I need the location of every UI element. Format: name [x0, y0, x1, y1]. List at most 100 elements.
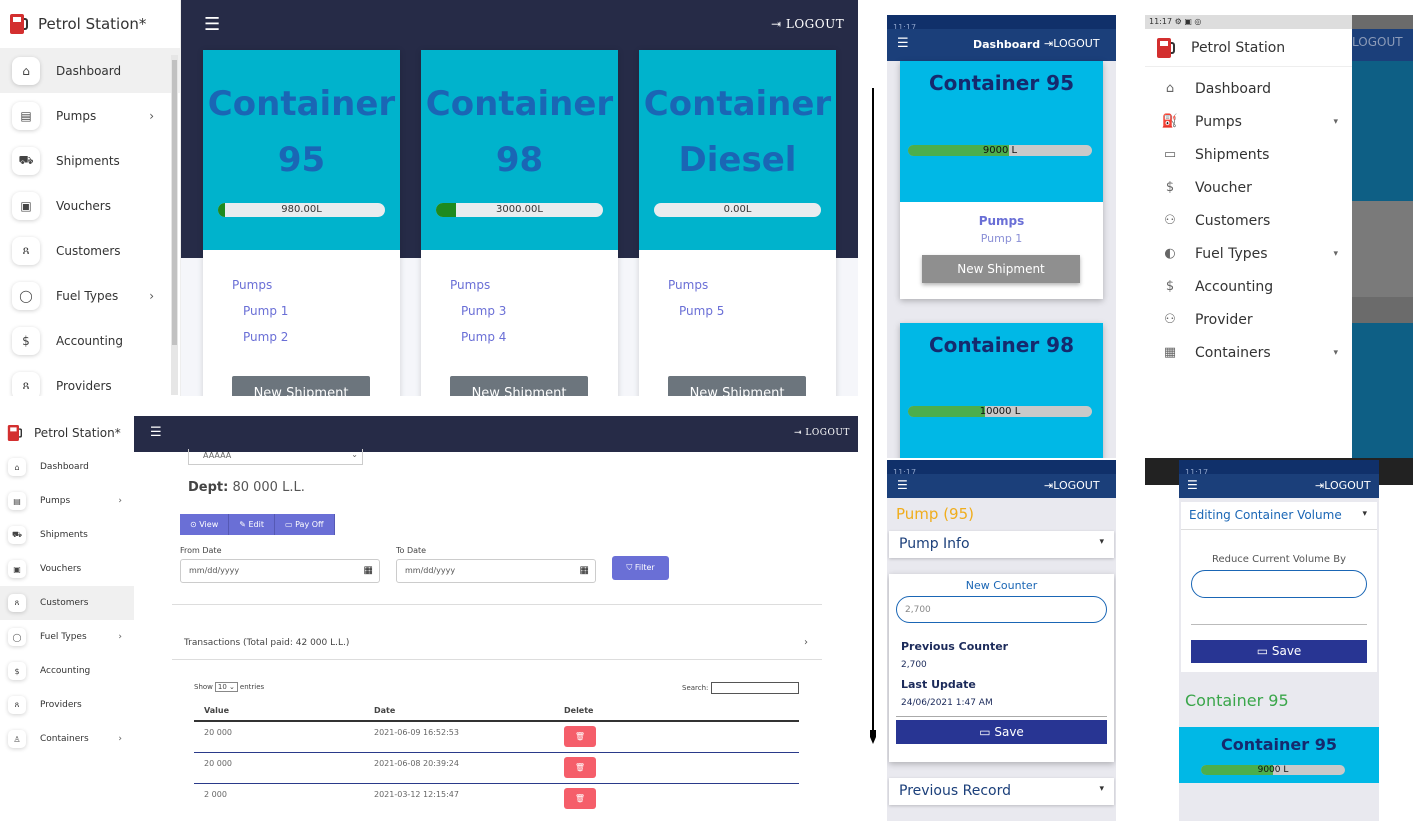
col-value[interactable]: Value — [194, 706, 374, 720]
filter-button[interactable]: ⛉ Filter — [612, 556, 669, 580]
delete-button[interactable]: 🗑 — [564, 726, 596, 747]
sidebar-item-label: Fuel Types — [56, 288, 119, 303]
new-shipment-button[interactable]: New Shipment — [450, 376, 588, 396]
sidebar-scrollbar[interactable] — [171, 55, 178, 395]
sidebar-item-pumps[interactable]: ▤ Pumps › — [0, 93, 180, 138]
sidebar-item-providers[interactable]: ጸ Providers — [0, 688, 134, 722]
sidebar-item-vouchers[interactable]: ▣ Vouchers — [0, 552, 134, 586]
delete-button[interactable]: 🗑 — [564, 788, 596, 809]
sidebar-item-customers[interactable]: ጸ Customers — [0, 228, 180, 273]
pump-link[interactable]: Pump 4 — [461, 330, 618, 344]
menu-icon[interactable]: ☰ — [897, 36, 909, 51]
calendar-icon[interactable]: ▦ — [364, 560, 373, 582]
sidebar-item-containers[interactable]: ♙ Containers › — [0, 722, 134, 756]
sidebar-item-accounting[interactable]: $ Accounting — [0, 318, 180, 363]
pump-link[interactable]: Pump 5 — [679, 304, 836, 318]
edit-button[interactable]: ✎ Edit — [229, 514, 275, 535]
dimmed-content[interactable]: LOGOUT — [1352, 15, 1413, 458]
pump-link[interactable]: Pump 1 — [243, 304, 400, 318]
voucher-icon: ▣ — [8, 560, 26, 578]
container-card: Container Diesel 0.00L Pumps Pump 5 New Shipm… — [639, 50, 836, 396]
mobile-pump-info: 11:17 ☰ ⇥LOGOUT Pump (95) Pump Info ▾ Ne… — [887, 460, 1116, 821]
edit-volume-form: Reduce Current Volume By ▭ Save — [1181, 530, 1377, 672]
entries-select[interactable]: 10 ⌄ — [214, 682, 238, 692]
fuel-pump-logo-icon — [1155, 36, 1177, 60]
drawer-item-accounting[interactable]: $ Accounting — [1145, 270, 1352, 303]
sidebar-item-label: Fuel Types — [40, 632, 87, 642]
sidebar-item-pumps[interactable]: ▤ Pumps › — [0, 484, 134, 518]
drawer-item-customers[interactable]: ⚇ Customers — [1145, 204, 1352, 237]
sidebar-item-fuel-types[interactable]: ◯ Fuel Types › — [0, 620, 134, 654]
sidebar-item-fuel-types[interactable]: ◯ Fuel Types › — [0, 273, 180, 318]
counter-card: New Counter 2,700 Previous Counter 2,700… — [889, 574, 1114, 762]
from-date-input[interactable]: mm/dd/yyyy ▦ — [180, 559, 380, 583]
save-button[interactable]: ▭ Save — [896, 720, 1107, 744]
menu-icon[interactable]: ☰ — [204, 14, 220, 35]
to-date-input[interactable]: mm/dd/yyyy ▦ — [396, 559, 596, 583]
mobile-drawer: LOGOUT 11:17 ⚙ ▣ ◎ Petrol Station ⌂ Dashb… — [1145, 15, 1413, 485]
drawer-item-provider[interactable]: ⚇ Provider — [1145, 303, 1352, 336]
new-shipment-button[interactable]: New Shipment — [232, 376, 370, 396]
mobile-header: ☰ ⇥LOGOUT — [887, 474, 1116, 498]
logout-button[interactable]: ⇥ LOGOUT — [771, 17, 844, 31]
sidebar-item-label: Shipments — [56, 153, 120, 168]
drawer-item-containers[interactable]: ▦ Containers ▾ — [1145, 336, 1352, 369]
counter-input[interactable]: 2,700 — [896, 596, 1107, 623]
brand[interactable]: Petrol Station* — [0, 0, 180, 48]
customer-select[interactable]: AAAAA ⌄ — [188, 449, 363, 465]
brand[interactable]: Petrol Station* — [0, 416, 134, 450]
pump-icon: ▤ — [8, 492, 26, 510]
new-shipment-button[interactable]: New Shipment — [922, 255, 1080, 283]
transactions-header[interactable]: Transactions (Total paid: 42 000 L.L.) — [184, 638, 349, 648]
search-input[interactable] — [711, 682, 800, 694]
pump-link[interactable]: Pump 1 — [900, 232, 1103, 245]
sidebar-item-shipments[interactable]: ⛟ Shipments — [0, 518, 134, 552]
sidebar-item-accounting[interactable]: $ Accounting — [0, 654, 134, 688]
brand-title: Petrol Station* — [38, 15, 147, 33]
logout-button[interactable]: ⇥LOGOUT — [1315, 479, 1371, 492]
status-bar: 11:17 — [1179, 460, 1379, 477]
menu-icon[interactable]: ☰ — [150, 425, 162, 440]
mobile-header: ☰ ⇥LOGOUT — [1179, 474, 1379, 498]
payoff-button[interactable]: ▭ Pay Off — [274, 514, 335, 535]
new-shipment-button[interactable]: New Shipment — [668, 376, 806, 396]
col-date[interactable]: Date — [374, 706, 564, 720]
drawer-item-fuel-types[interactable]: ◐ Fuel Types ▾ — [1145, 237, 1352, 270]
chevron-right-icon: › — [118, 734, 122, 744]
sidebar-item-dashboard[interactable]: ⌂ Dashboard — [0, 48, 180, 93]
pump-info-dropdown[interactable]: Pump Info ▾ — [889, 531, 1114, 558]
save-button[interactable]: ▭ Save — [1191, 640, 1367, 663]
reduce-volume-input[interactable] — [1191, 570, 1367, 598]
drawer-item-pumps[interactable]: ⛽ Pumps ▾ — [1145, 105, 1352, 138]
brand-title: Petrol Station* — [34, 426, 121, 440]
mobile-edit-volume: 11:17 ☰ ⇥LOGOUT Editing Container Volume… — [1179, 460, 1379, 821]
logout-button[interactable]: ⇥ LOGOUT — [794, 428, 850, 438]
view-button[interactable]: ⊙ View — [180, 514, 230, 535]
chevron-right-icon[interactable]: › — [804, 637, 808, 648]
menu-icon[interactable]: ☰ — [897, 478, 908, 492]
previous-record-dropdown[interactable]: Previous Record ▾ — [889, 778, 1114, 805]
sidebar-item-providers[interactable]: ጸ Providers — [0, 363, 180, 396]
pumps-label: Pumps — [978, 214, 1025, 228]
edit-volume-dropdown[interactable]: Editing Container Volume ▾ — [1181, 502, 1377, 530]
delete-button[interactable]: 🗑 — [564, 757, 596, 778]
new-counter-label: New Counter — [965, 579, 1038, 592]
sidebar-item-dashboard[interactable]: ⌂ Dashboard — [0, 450, 134, 484]
caret-down-icon: ▾ — [1099, 784, 1104, 794]
menu-icon[interactable]: ☰ — [1187, 478, 1198, 492]
sidebar-item-shipments[interactable]: ⛟ Shipments — [0, 138, 180, 183]
col-delete[interactable]: Delete — [564, 706, 799, 720]
sidebar-item-label: Dashboard — [56, 63, 122, 78]
logout-button[interactable]: ⇥LOGOUT — [1044, 37, 1100, 50]
sidebar-item-customers[interactable]: ጸ Customers — [0, 586, 134, 620]
calendar-icon[interactable]: ▦ — [580, 560, 589, 582]
drawer-item-shipments[interactable]: ▭ Shipments — [1145, 138, 1352, 171]
mobile-header: ☰ Dashboard ⇥LOGOUT — [887, 29, 1116, 61]
sidebar-item-vouchers[interactable]: ▣ Vouchers — [0, 183, 180, 228]
drawer-item-voucher[interactable]: $ Voucher — [1145, 171, 1352, 204]
container-title: Container Diesel — [643, 84, 832, 180]
logout-button[interactable]: ⇥LOGOUT — [1044, 479, 1100, 492]
drawer-item-dashboard[interactable]: ⌂ Dashboard — [1145, 72, 1352, 105]
pump-link[interactable]: Pump 3 — [461, 304, 618, 318]
pump-link[interactable]: Pump 2 — [243, 330, 400, 344]
